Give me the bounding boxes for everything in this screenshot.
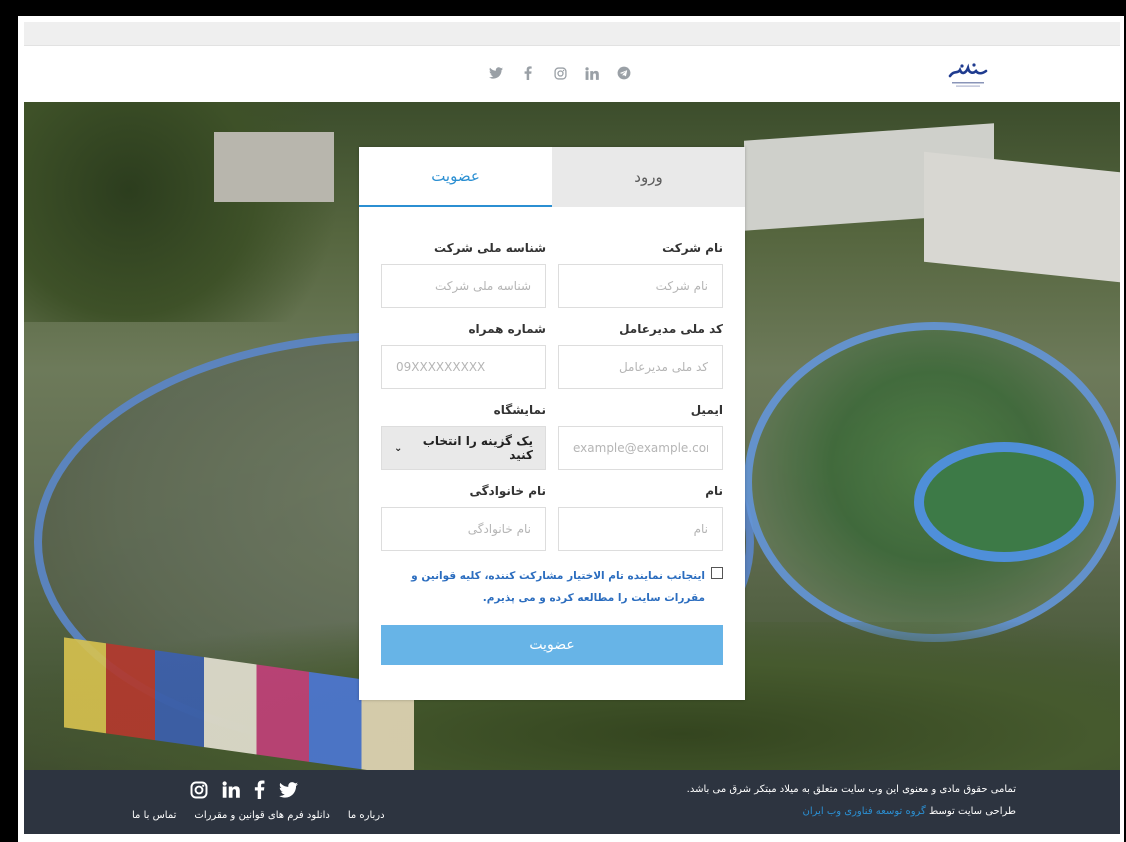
terms-text[interactable]: اینجانب نماینده تام الاختیار مشارکت کنند… xyxy=(381,565,705,609)
ceo-national-code-group: کد ملی مدیرعامل xyxy=(558,322,723,389)
tab-login[interactable]: ورود xyxy=(552,147,745,207)
exhibition-select[interactable]: یک گزینه را انتخاب کنید ⌄ xyxy=(381,426,546,470)
top-strip xyxy=(24,22,1120,46)
company-logo[interactable] xyxy=(946,58,990,90)
site-header xyxy=(24,46,1120,102)
instagram-icon[interactable] xyxy=(190,781,208,804)
form-row: کد ملی مدیرعامل شماره همراه xyxy=(381,322,723,389)
linkedin-icon[interactable] xyxy=(222,781,240,803)
tab-register[interactable]: عضویت xyxy=(359,147,552,207)
building xyxy=(924,151,1120,283)
linkedin-icon[interactable] xyxy=(583,64,601,82)
chevron-down-icon: ⌄ xyxy=(394,442,403,454)
building xyxy=(214,132,334,202)
form-row: نام شرکت شناسه ملی شرکت xyxy=(381,241,723,308)
company-national-id-label: شناسه ملی شرکت xyxy=(433,241,546,255)
browser-viewport: عضویت ورود نام شرکت شناسه ملی شرکت کد مل… xyxy=(24,22,1120,834)
company-name-group: نام شرکت xyxy=(558,241,723,308)
footer-link-contact[interactable]: تماس با ما xyxy=(132,810,176,821)
last-name-group: نام خانوادگی xyxy=(381,484,546,551)
email-input[interactable] xyxy=(558,426,723,470)
first-name-label: نام xyxy=(705,484,723,498)
facebook-icon[interactable] xyxy=(254,780,265,804)
terms-agreement: اینجانب نماینده تام الاختیار مشارکت کنند… xyxy=(381,565,723,609)
register-submit-button[interactable]: عضویت xyxy=(381,625,723,665)
first-name-input[interactable] xyxy=(558,507,723,551)
site-footer: درباره ما دانلود فرم های قوانین و مقررات… xyxy=(24,770,1120,834)
ceo-national-code-input[interactable] xyxy=(558,345,723,389)
mobile-label: شماره همراه xyxy=(468,322,546,336)
form-row: ایمیل نمایشگاه یک گزینه را انتخاب کنید ⌄ xyxy=(381,403,723,470)
copyright-text: تمامی حقوق مادی و معنوی این وب سایت متعل… xyxy=(686,784,1016,795)
credit-prefix: طراحی سایت توسط xyxy=(929,806,1016,817)
ceo-national-code-label: کد ملی مدیرعامل xyxy=(619,322,723,336)
header-social-links xyxy=(487,64,633,82)
last-name-input[interactable] xyxy=(381,507,546,551)
mobile-input[interactable] xyxy=(381,345,546,389)
register-form: نام شرکت شناسه ملی شرکت کد ملی مدیرعامل … xyxy=(359,207,745,665)
footer-link-download-forms[interactable]: دانلود فرم های قوانین و مقررات xyxy=(194,810,329,821)
twitter-icon[interactable] xyxy=(279,781,298,803)
exhibition-selected-value: یک گزینه را انتخاب کنید xyxy=(422,434,533,462)
footer-social-links xyxy=(190,780,298,804)
instagram-icon[interactable] xyxy=(551,64,569,82)
footer-links: درباره ما دانلود فرم های قوانین و مقررات… xyxy=(132,810,385,821)
facebook-icon[interactable] xyxy=(519,64,537,82)
mobile-group: شماره همراه xyxy=(381,322,546,389)
form-row: نام نام خانوادگی xyxy=(381,484,723,551)
telegram-icon[interactable] xyxy=(615,64,633,82)
footer-link-about[interactable]: درباره ما xyxy=(348,810,385,821)
email-group: ایمیل xyxy=(558,403,723,470)
email-label: ایمیل xyxy=(690,403,723,417)
credit-link[interactable]: گروه توسعه فناوری وب ایران xyxy=(802,806,925,817)
exhibition-label: نمایشگاه xyxy=(493,403,546,417)
green-island xyxy=(914,442,1094,562)
company-name-input[interactable] xyxy=(558,264,723,308)
terms-checkbox[interactable] xyxy=(711,567,723,579)
auth-card: عضویت ورود نام شرکت شناسه ملی شرکت کد مل… xyxy=(359,147,745,700)
auth-tabs: عضویت ورود xyxy=(359,147,745,207)
design-credit: طراحی سایت توسط گروه توسعه فناوری وب ایر… xyxy=(802,806,1016,817)
company-national-id-input[interactable] xyxy=(381,264,546,308)
exhibition-group: نمایشگاه یک گزینه را انتخاب کنید ⌄ xyxy=(381,403,546,470)
last-name-label: نام خانوادگی xyxy=(469,484,546,498)
company-name-label: نام شرکت xyxy=(662,241,723,255)
twitter-icon[interactable] xyxy=(487,64,505,82)
first-name-group: نام xyxy=(558,484,723,551)
company-national-id-group: شناسه ملی شرکت xyxy=(381,241,546,308)
